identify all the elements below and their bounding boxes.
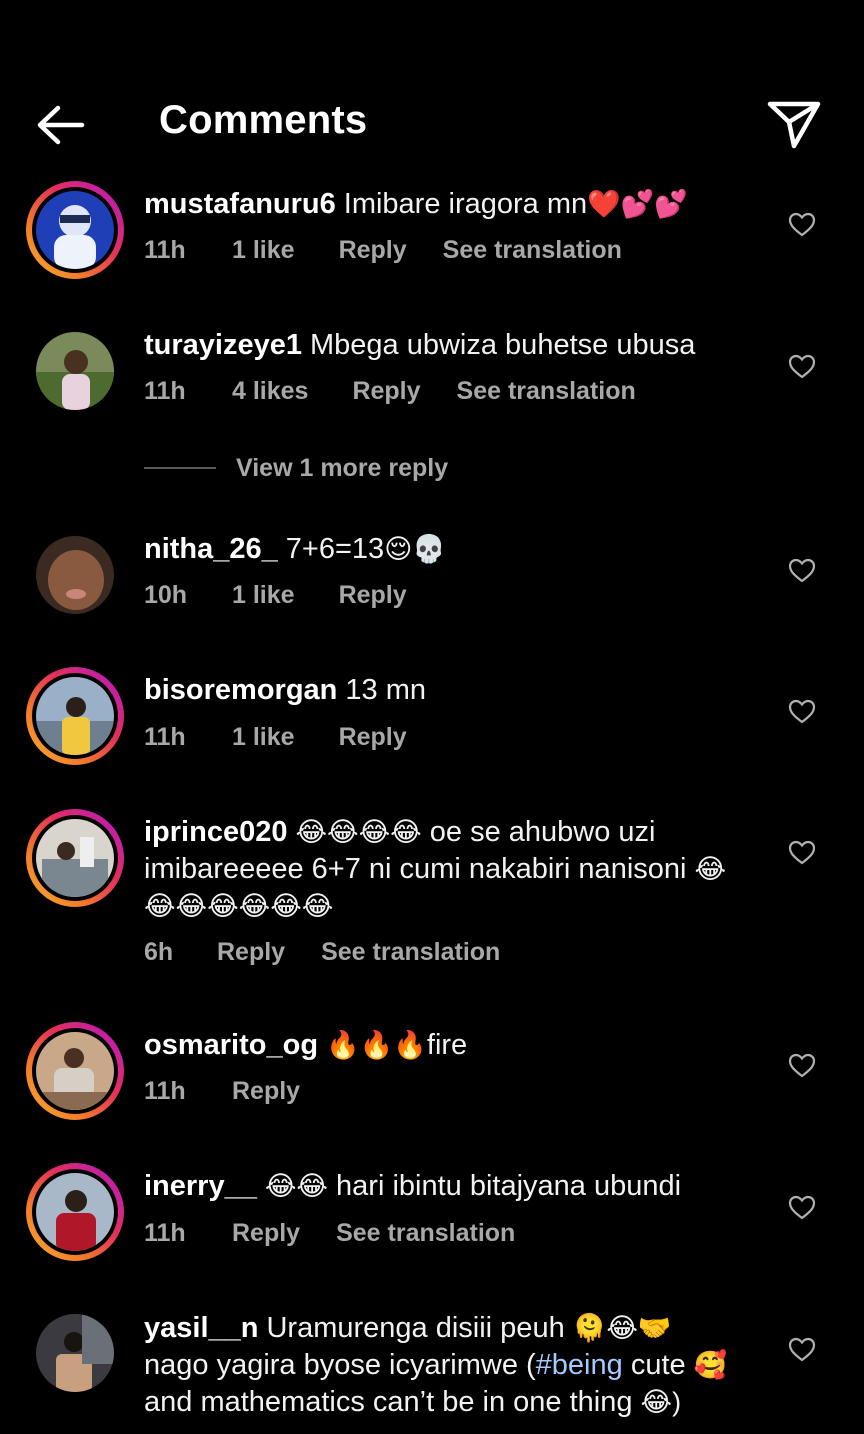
comment-text: hari ibintu bitajyana ubundi <box>336 1170 682 1202</box>
comment-body: iprince020 😂😂😂😂 oe se ahubwo uzi imibaree… <box>144 814 744 925</box>
comment-text: and mathematics can’t be in one thing <box>144 1386 633 1418</box>
comment-meta: 11h 1 like Reply <box>144 723 443 752</box>
comment-emoji: 🫠😂🤝 <box>572 1313 672 1343</box>
avatar-story-ring[interactable] <box>26 809 124 907</box>
comment-emoji: 😌💀 <box>384 534 446 564</box>
reply-button[interactable]: Reply <box>339 581 407 610</box>
comment-likes[interactable]: 1 like <box>232 723 295 752</box>
heart-icon[interactable] <box>788 840 816 866</box>
comment-body: mustafanuru6 Imibare iragora mn❤️💕💕 <box>144 186 744 223</box>
comment-text: nago yagira byose icyarimwe ( <box>144 1349 536 1381</box>
hashtag-link[interactable]: #being <box>536 1349 623 1381</box>
see-translation-button[interactable]: See translation <box>336 1219 515 1248</box>
avatar-wrapper[interactable] <box>26 1304 124 1402</box>
reply-button[interactable]: Reply <box>232 1219 300 1248</box>
comment-meta: 11h 1 like Reply See translation <box>144 236 622 265</box>
comment-meta: 11h Reply See translation <box>144 1219 515 1248</box>
comment-username[interactable]: osmarito_og <box>144 1029 318 1061</box>
heart-icon[interactable] <box>788 1053 816 1079</box>
avatar-story-ring[interactable] <box>26 1163 124 1261</box>
comment-time: 6h <box>144 938 174 966</box>
avatar-story-ring[interactable] <box>26 181 124 279</box>
avatar-story-ring[interactable] <box>26 1022 124 1120</box>
comment-text: 13 mn <box>345 674 426 706</box>
header: Comments <box>0 0 864 170</box>
avatar <box>36 677 114 755</box>
comment-body: yasil__n Uramurenga disiii peuh 🫠😂🤝 nago … <box>144 1310 744 1421</box>
comment-likes[interactable]: 4 likes <box>232 377 308 406</box>
comment-username[interactable]: iprince020 <box>144 816 287 848</box>
comment-username[interactable]: mustafanuru6 <box>144 188 336 220</box>
heart-icon[interactable] <box>788 558 816 584</box>
heart-icon[interactable] <box>788 1337 816 1363</box>
comment-emoji: 😂😂😂😂 <box>295 817 422 847</box>
comment-time: 11h <box>144 236 186 264</box>
avatar <box>36 1032 114 1110</box>
comment-body: nitha_26_ 7+6=13😌💀 <box>144 531 744 568</box>
avatar-wrapper[interactable] <box>26 526 124 624</box>
comment-text: Imibare iragora mn <box>343 188 588 220</box>
comment-emoji: 🔥🔥🔥 <box>326 1030 427 1060</box>
heart-icon[interactable] <box>788 354 816 380</box>
comment-time: 11h <box>144 723 186 751</box>
comment-text: 7+6=13 <box>285 533 385 565</box>
comment-likes[interactable]: 1 like <box>232 236 295 265</box>
heart-icon[interactable] <box>788 699 816 725</box>
see-translation-button[interactable]: See translation <box>443 236 622 265</box>
comment-username[interactable]: bisoremorgan <box>144 674 337 706</box>
reply-button[interactable]: Reply <box>217 938 285 967</box>
avatar-wrapper[interactable] <box>26 322 124 420</box>
reply-button[interactable]: Reply <box>339 236 407 265</box>
paper-plane-icon <box>767 101 821 149</box>
comment-username[interactable]: inerry__ <box>144 1170 257 1202</box>
comment-emoji: ❤️💕💕 <box>587 189 688 219</box>
comment-emoji: 😂) <box>640 1387 682 1417</box>
comment-time: 11h <box>144 1219 186 1247</box>
avatar <box>36 819 114 897</box>
comment-time: 11h <box>144 1077 186 1105</box>
comment-username[interactable]: yasil__n <box>144 1312 258 1344</box>
avatar <box>36 1173 114 1251</box>
reply-button[interactable]: Reply <box>352 377 420 406</box>
comment-emoji: 🥰 <box>693 1350 728 1380</box>
view-more-label[interactable]: View 1 more reply <box>236 454 448 483</box>
heart-icon[interactable] <box>788 1195 816 1221</box>
comment-meta: 11h 4 likes Reply See translation <box>144 377 636 406</box>
comment-meta: 6h Reply See translation <box>144 938 500 967</box>
avatar <box>36 332 114 410</box>
comment-text: Mbega ubwiza buhetse ubusa <box>310 329 696 361</box>
comment-likes[interactable]: 1 like <box>232 581 295 610</box>
comment-body: bisoremorgan 13 mn <box>144 672 744 709</box>
comment-text: fire <box>426 1029 468 1061</box>
page-title: Comments <box>159 98 368 142</box>
comment-username[interactable]: turayizeye1 <box>144 329 302 361</box>
avatar-story-ring[interactable] <box>26 667 124 765</box>
comment-username[interactable]: nitha_26_ <box>144 533 278 565</box>
comment-time: 10h <box>144 581 188 609</box>
comment-body: inerry__ 😂😂 hari ibintu bitajyana ubundi <box>144 1168 744 1205</box>
divider-line <box>144 467 216 469</box>
share-button[interactable] <box>764 96 824 152</box>
avatar <box>36 536 114 614</box>
comment-body: osmarito_og 🔥🔥🔥fire <box>144 1027 744 1064</box>
avatar <box>36 1314 114 1392</box>
reply-button[interactable]: Reply <box>232 1077 300 1106</box>
see-translation-button[interactable]: See translation <box>457 377 636 406</box>
comment-meta: 11h Reply <box>144 1077 336 1106</box>
comment-text: Uramurenga disiii peuh <box>266 1312 565 1344</box>
comment-text: cute <box>630 1349 686 1381</box>
see-translation-button[interactable]: See translation <box>321 938 500 967</box>
heart-icon[interactable] <box>788 212 816 238</box>
arrow-left-icon <box>37 105 85 145</box>
comment-body: turayizeye1 Mbega ubwiza buhetse ubusa <box>144 327 744 364</box>
comment-time: 11h <box>144 377 186 405</box>
avatar <box>36 191 114 269</box>
reply-button[interactable]: Reply <box>339 723 407 752</box>
back-button[interactable] <box>32 100 92 150</box>
comment-emoji: 😂😂 <box>264 1171 328 1201</box>
comment-meta: 10h 1 like Reply <box>144 581 443 610</box>
